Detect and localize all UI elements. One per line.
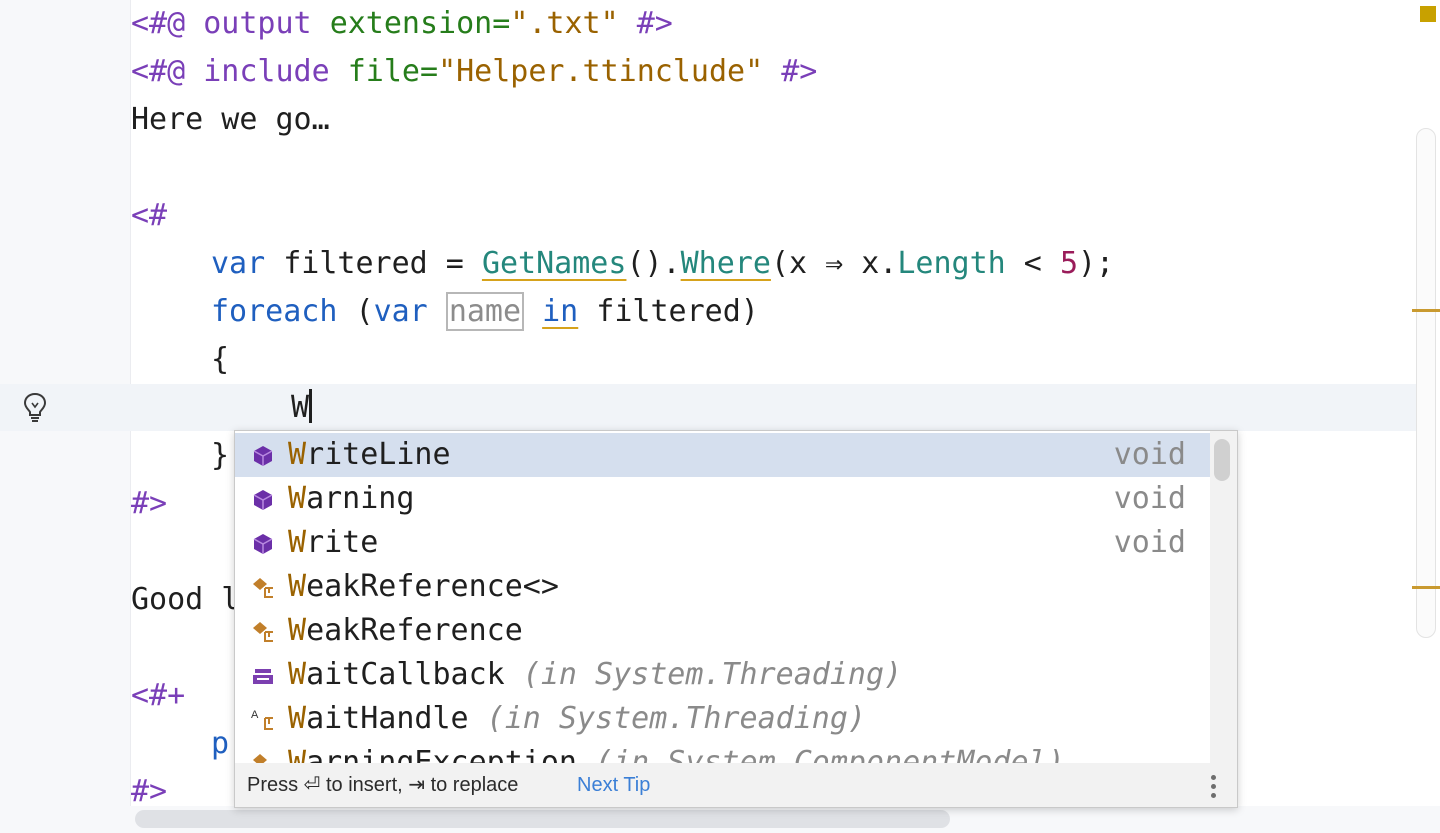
namespace-hint: (in System.ComponentModel) [577,745,1065,763]
typed-text: W [291,390,310,425]
completion-footer: Press ⏎ to insert, ⇥ to replace Next Tip [235,763,1237,807]
code-text: < [1005,246,1060,281]
code-line-5: <# [131,198,168,233]
completion-name: eakReference [306,613,523,648]
completion-item[interactable]: WeakReference [235,609,1210,653]
completion-item[interactable]: WeakReference<> [235,565,1210,609]
code-line-11: #> [131,486,168,521]
code-line-1: <#@ output extension=".txt" #> [131,0,673,48]
completion-item[interactable]: A WaitHandle (in System.Threading) [235,697,1210,741]
current-line-highlight [0,384,1420,431]
method-icon [253,534,273,554]
completion-item[interactable]: WarningException (in System.ComponentMod… [235,741,1210,763]
directive-open: <#@ [131,54,186,89]
parameter-hint[interactable]: name [445,292,525,331]
code-line-15: <#+ [131,678,186,713]
match-prefix: W [288,525,307,560]
match-prefix: W [288,613,307,648]
warning-stripe[interactable] [1412,309,1440,312]
code-text: filtered) [578,294,759,329]
match-prefix: W [288,701,307,736]
completion-hint-text: Press ⏎ to insert, ⇥ to replace [247,774,519,796]
string-literal: ".txt" [510,6,619,41]
method-name: Where [680,246,771,281]
code-line-13: Good l [131,582,240,617]
more-options-icon[interactable] [1211,773,1217,799]
completion-item[interactable]: Write void [235,521,1210,565]
next-tip-link[interactable]: Next Tip [577,763,650,807]
method-icon [253,490,273,510]
completion-item[interactable]: WaitCallback (in System.Threading) [235,653,1210,697]
match-prefix: W [288,745,307,763]
delegate-icon [253,669,273,684]
return-type: void [1113,525,1186,560]
svg-text:A: A [251,709,259,721]
return-type: void [1113,437,1186,472]
completion-scrollbar[interactable] [1210,431,1237,763]
completion-scroll-thumb[interactable] [1214,439,1230,481]
code-text: (). [626,246,681,281]
inspection-status-icon[interactable] [1420,6,1436,22]
completion-name: aitCallback [306,657,505,692]
code-line-8: { [211,342,230,377]
code-line-10: } [211,438,230,473]
lightbulb-icon[interactable] [22,391,48,425]
abstract-class-icon: A [251,709,273,730]
code-line-7: foreach (var name in filtered) [211,288,759,336]
code-text: (x ⇒ x. [770,246,898,281]
completion-name: arningException [306,745,577,763]
number-literal: 5 [1059,246,1078,281]
code-text: ( [337,294,374,329]
method-icon [253,446,273,466]
property-name: Length [897,246,1006,281]
warning-stripe[interactable] [1412,586,1440,589]
vertical-scrollbar[interactable] [1416,128,1436,638]
code-text: ); [1078,246,1115,281]
directive-open: <#@ [131,6,186,41]
completion-name: arning [306,481,415,516]
completion-item[interactable]: Warning void [235,477,1210,521]
directive-attribute: file= [347,54,439,89]
keyword: in [542,294,579,329]
keyword: var [373,294,428,329]
return-type: void [1113,481,1186,516]
directive-attribute: extension= [329,6,511,41]
directive-close: #> [636,6,673,41]
namespace-hint: (in System.Threading) [468,701,866,736]
match-prefix: W [288,569,307,604]
completion-name: eakReference<> [306,569,559,604]
code-line-9[interactable]: W [291,384,313,432]
directive-name: output [203,6,312,41]
code-line-6: var filtered = GetNames().Where(x ⇒ x.Le… [211,240,1114,288]
completion-popup[interactable]: WriteLine void Warning void Write void W… [234,430,1238,808]
keyword: foreach [211,294,338,329]
completion-name: riteLine [306,437,451,472]
match-prefix: W [288,657,307,692]
method-name: GetNames [481,246,627,281]
horizontal-scrollbar[interactable] [135,810,950,828]
match-prefix: W [288,481,307,516]
string-literal: "Helper.ttinclude" [438,54,764,89]
keyword: var [211,246,266,281]
code-line-3: Here we go… [131,102,330,137]
namespace-hint: (in System.Threading) [504,657,903,692]
completion-name: rite [306,525,379,560]
completion-item[interactable]: WriteLine void [235,433,1210,477]
directive-close: #> [781,54,818,89]
class-icon [253,578,273,598]
class-icon [253,622,273,642]
code-line-2: <#@ include file="Helper.ttinclude" #> [131,48,817,96]
class-icon [253,754,267,763]
directive-name: include [203,54,330,89]
text-caret [309,389,313,423]
match-prefix: W [288,437,307,472]
code-text: filtered = [265,246,482,281]
completion-list[interactable]: WriteLine void Warning void Write void W… [235,431,1210,763]
completion-name: aitHandle [306,701,469,736]
